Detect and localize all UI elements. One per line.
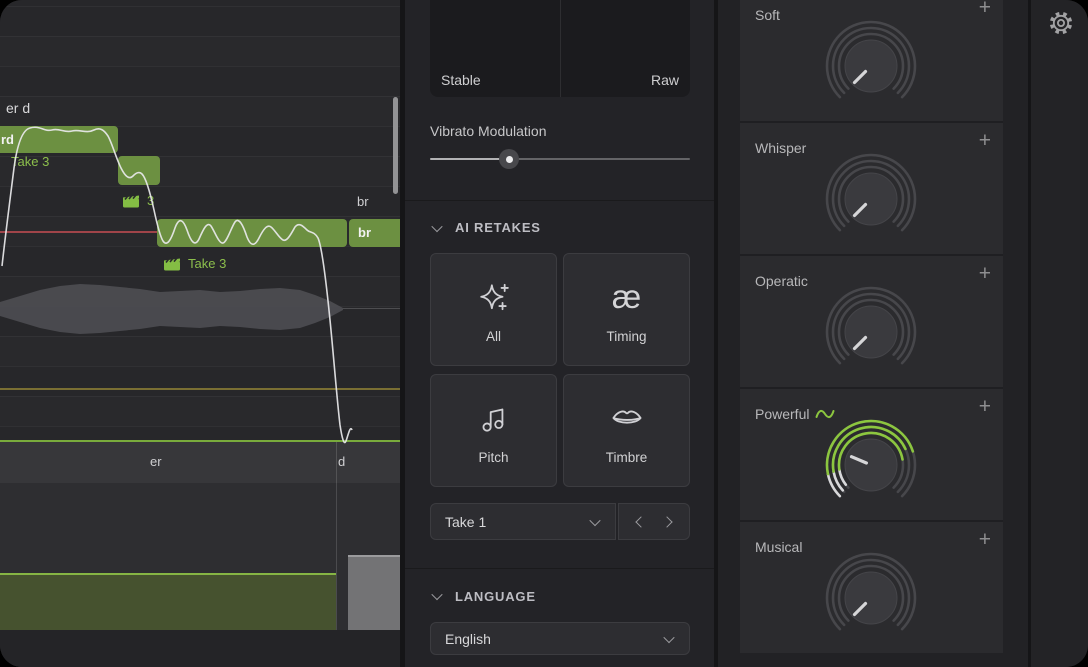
- preset-label: Powerful: [755, 406, 809, 422]
- lips-icon: [610, 401, 644, 435]
- retake-button-label: All: [486, 329, 501, 344]
- preset-label: Operatic: [755, 273, 808, 289]
- preset-label: Soft: [755, 7, 780, 23]
- preset-label: Musical: [755, 539, 802, 555]
- settings-sidebar: [1031, 0, 1088, 667]
- language-select[interactable]: English: [430, 622, 690, 655]
- mode-raw-label[interactable]: Raw: [651, 72, 679, 88]
- add-preset-button[interactable]: +: [979, 0, 991, 20]
- add-preset-button[interactable]: +: [979, 262, 991, 286]
- preset-knob[interactable]: [823, 550, 919, 646]
- app-window: er d rd Take 3 3 br br: [0, 0, 1088, 667]
- mode-stable-label[interactable]: Stable: [441, 72, 481, 88]
- preset-knob[interactable]: [823, 151, 919, 247]
- previous-take-button[interactable]: [635, 516, 646, 527]
- inspector-panel: Stable Raw Vibrato Modulation AI RETAKES…: [405, 0, 714, 667]
- chevron-down-icon: [663, 632, 674, 643]
- preset-row-operatic: Operatic +: [740, 256, 1003, 389]
- add-preset-button[interactable]: +: [979, 129, 991, 153]
- chevron-down-icon[interactable]: [431, 221, 442, 232]
- retake-timbre-button[interactable]: Timbre: [563, 374, 690, 487]
- preset-row-powerful: Powerful +: [740, 389, 1003, 522]
- retake-pitch-button[interactable]: Pitch: [430, 374, 557, 487]
- retake-timing-button[interactable]: æ Timing: [563, 253, 690, 366]
- pitch-mode-toggle[interactable]: Stable Raw: [430, 0, 690, 97]
- language-title: LANGUAGE: [455, 589, 536, 604]
- gear-icon[interactable]: [1048, 10, 1074, 36]
- preset-label: Whisper: [755, 140, 806, 156]
- music-note-icon: [478, 402, 510, 434]
- language-select-value: English: [445, 631, 491, 647]
- section-divider: [405, 200, 714, 201]
- slider-handle[interactable]: [499, 149, 519, 169]
- vibrato-modulation-label: Vibrato Modulation: [430, 123, 546, 139]
- ae-phoneme-icon: æ: [612, 275, 641, 319]
- voice-presets-panel: Soft + Whisper +: [718, 0, 1028, 667]
- preset-list: Soft + Whisper +: [740, 0, 1003, 653]
- vertical-scrollbar[interactable]: [393, 97, 398, 194]
- piano-roll-panel[interactable]: er d rd Take 3 3 br br: [0, 0, 400, 667]
- preset-knob[interactable]: [823, 18, 919, 114]
- next-take-button[interactable]: [661, 516, 672, 527]
- sparkle-plus-icon: [478, 281, 510, 313]
- retake-button-label: Pitch: [478, 450, 508, 465]
- vibrato-modulation-slider[interactable]: [430, 148, 690, 170]
- pitch-curve: [0, 0, 400, 667]
- retake-button-label: Timbre: [606, 450, 648, 465]
- slider-track-filled[interactable]: [430, 158, 509, 160]
- take-nav-buttons: [618, 503, 690, 540]
- preset-knob-active[interactable]: [823, 417, 919, 513]
- retake-button-label: Timing: [606, 329, 646, 344]
- take-select-value: Take 1: [445, 514, 486, 530]
- chevron-down-icon: [589, 515, 600, 526]
- chevron-down-icon[interactable]: [431, 589, 442, 600]
- add-preset-button[interactable]: +: [979, 528, 991, 552]
- take-select[interactable]: Take 1: [430, 503, 616, 540]
- slider-track-empty[interactable]: [509, 158, 690, 160]
- retake-all-button[interactable]: All: [430, 253, 557, 366]
- preset-row-whisper: Whisper +: [740, 123, 1003, 256]
- ai-retakes-title: AI RETAKES: [455, 220, 541, 235]
- preset-knob[interactable]: [823, 284, 919, 380]
- preset-row-musical: Musical +: [740, 522, 1003, 653]
- preset-row-soft: Soft +: [740, 0, 1003, 123]
- section-divider: [405, 568, 714, 569]
- mode-toggle-divider: [560, 0, 561, 97]
- add-preset-button[interactable]: +: [979, 395, 991, 419]
